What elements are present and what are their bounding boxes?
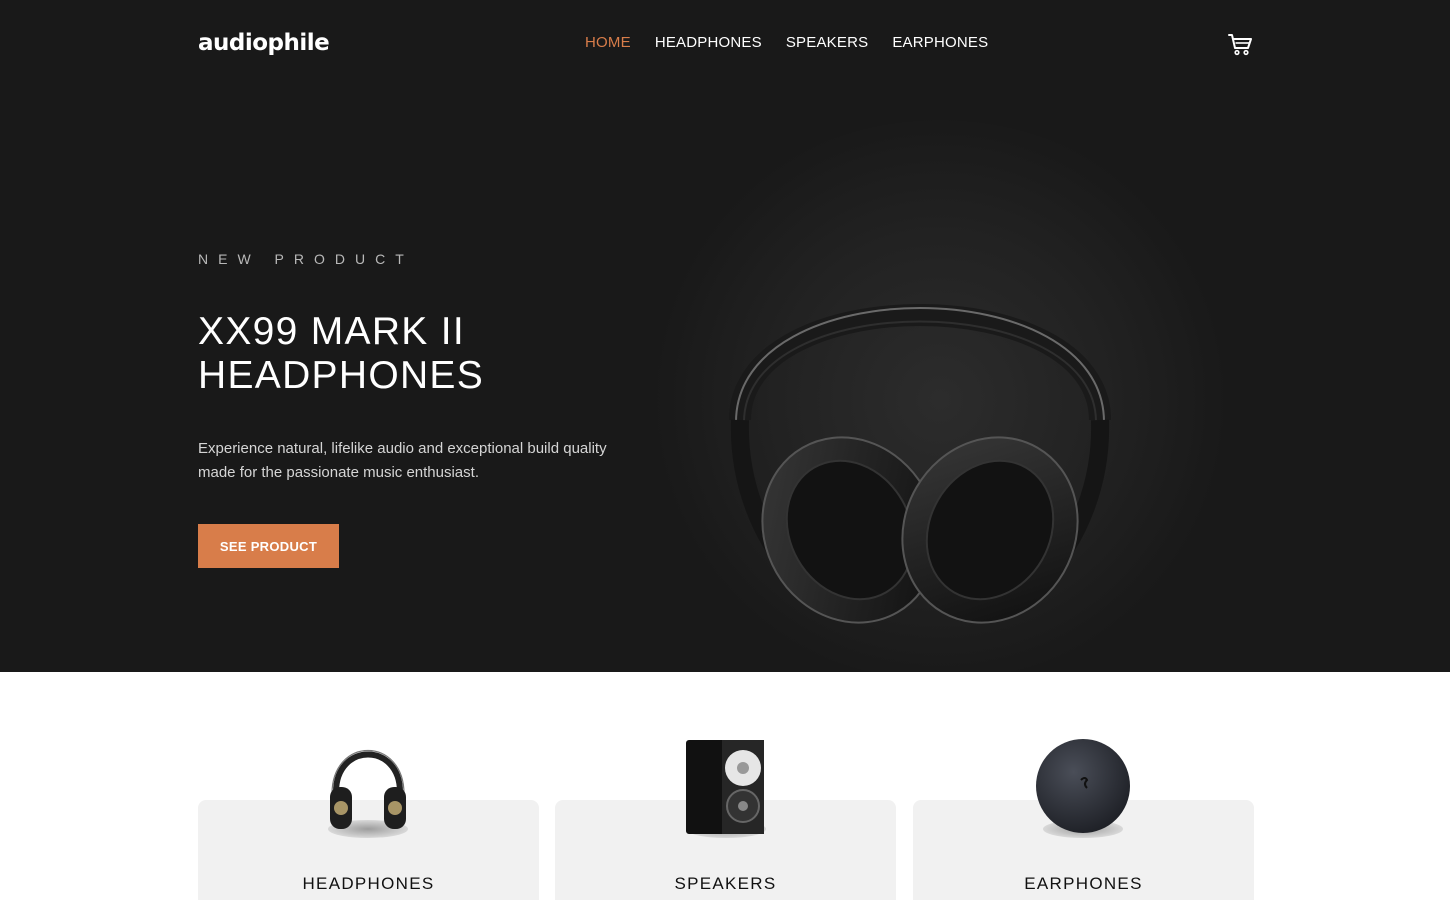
see-product-button[interactable]: SEE PRODUCT <box>198 524 339 568</box>
category-label-speakers: SPEAKERS <box>674 874 777 893</box>
nav-home[interactable]: HOME <box>585 34 631 51</box>
cart-icon[interactable] <box>1226 30 1254 58</box>
nav-speakers[interactable]: SPEAKERS <box>786 34 868 51</box>
headphones-thumbnail-icon <box>330 749 406 829</box>
nav-headphones[interactable]: HEADPHONES <box>655 34 762 51</box>
earphones-case-thumbnail-icon <box>1036 739 1130 833</box>
hero-title: XX99 MARK II HEADPHONES <box>198 310 485 397</box>
speaker-thumbnail-icon <box>686 740 764 834</box>
hero-section: audiophile HOME HEADPHONES SPEAKERS EARP… <box>0 0 1450 672</box>
category-cards: HEADPHONES SPEAKERS EARPHONES <box>198 732 1254 900</box>
hero-description: Experience natural, lifelike audio and e… <box>198 440 607 481</box>
headphones-hero-image <box>729 304 1111 624</box>
hero-overline: NEW PRODUCT <box>198 251 414 267</box>
logo[interactable]: audiophile <box>198 30 330 56</box>
nav-earphones[interactable]: EARPHONES <box>892 34 988 51</box>
category-label-headphones: HEADPHONES <box>302 874 435 893</box>
category-label-earphones: EARPHONES <box>1024 874 1143 893</box>
site-header: audiophile HOME HEADPHONES SPEAKERS EARP… <box>0 0 1450 88</box>
main-nav: HOME HEADPHONES SPEAKERS EARPHONES <box>585 34 988 51</box>
